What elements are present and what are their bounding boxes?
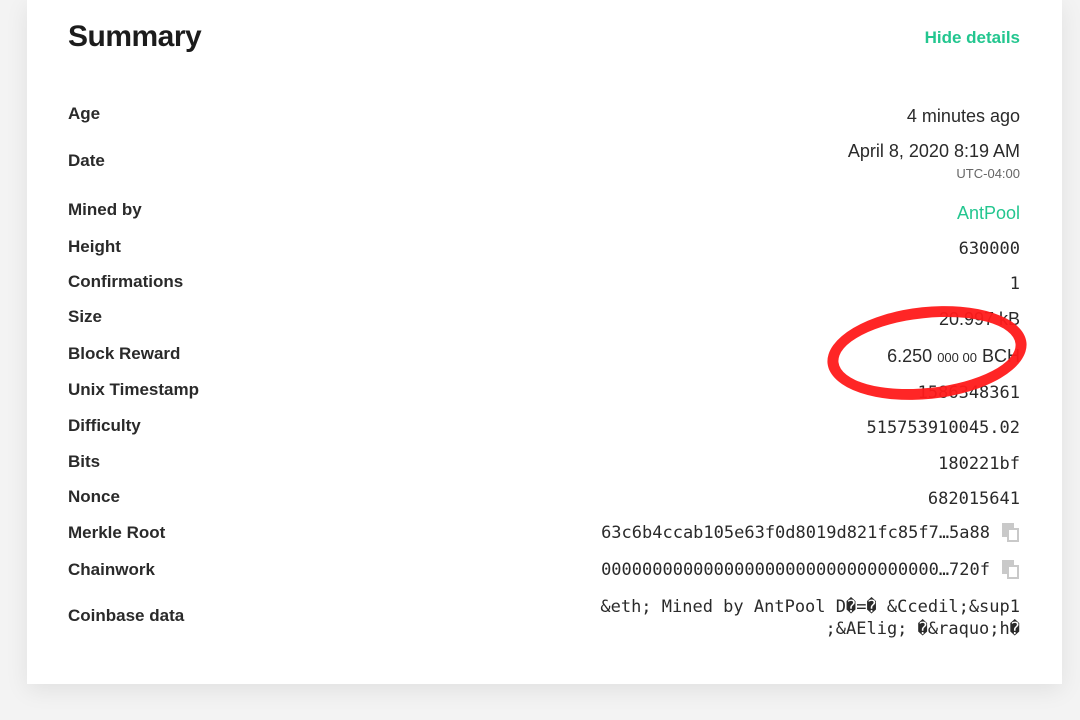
height-value: 630000 xyxy=(958,239,1020,259)
date-text: April 8, 2020 8:19 AM xyxy=(847,141,1020,161)
mined-by-label: Mined by xyxy=(68,200,142,219)
confirmations-label: Confirmations xyxy=(68,272,184,291)
difficulty-label: Difficulty xyxy=(68,416,141,435)
coinbase-line-2: ;&AElig; �&raquo;h� xyxy=(825,619,1020,639)
age-value: 4 minutes ago xyxy=(906,106,1020,126)
age-label: Age xyxy=(68,104,101,123)
page-title: Summary xyxy=(68,20,202,53)
chainwork-label: Chainwork xyxy=(68,560,155,579)
size-label: Size xyxy=(68,307,103,326)
chainwork-text: 000000000000000000000000000000000…720f xyxy=(601,560,990,580)
coinbase-data-value: &eth; Mined by AntPool D�=� &Ccedil;&sup… xyxy=(600,596,1020,640)
hide-details-link[interactable]: Hide details xyxy=(925,28,1020,48)
coinbase-data-label: Coinbase data xyxy=(68,606,185,625)
chainwork-value: 000000000000000000000000000000000…720f xyxy=(601,560,1020,580)
coinbase-line-1: &eth; Mined by AntPool D�=� &Ccedil;&sup… xyxy=(600,597,1020,617)
merkle-root-text: 63c6b4ccab105e63f0d8019d821fc85f7…5a88 xyxy=(601,523,990,543)
unix-timestamp-label: Unix Timestamp xyxy=(68,380,200,399)
copy-icon[interactable] xyxy=(1002,523,1020,543)
merkle-root-label: Merkle Root xyxy=(68,523,166,542)
date-value: April 8, 2020 8:19 AM UTC-04:00 xyxy=(848,141,1020,181)
merkle-root-value: 63c6b4ccab105e63f0d8019d821fc85f7…5a88 xyxy=(601,523,1020,543)
difficulty-value: 515753910045.02 xyxy=(866,418,1020,438)
timezone-text: UTC-04:00 xyxy=(956,166,1020,181)
height-label: Height xyxy=(68,237,121,256)
block-reward-label: Block Reward xyxy=(68,344,181,363)
date-label: Date xyxy=(68,151,105,170)
bits-label: Bits xyxy=(68,452,101,471)
mined-by-link[interactable]: AntPool xyxy=(957,203,1020,224)
nonce-value: 682015641 xyxy=(927,489,1020,509)
bits-value: 180221bf xyxy=(938,454,1020,474)
copy-icon[interactable] xyxy=(1002,560,1020,580)
confirmations-value: 1 xyxy=(1009,274,1020,294)
nonce-label: Nonce xyxy=(68,487,120,506)
